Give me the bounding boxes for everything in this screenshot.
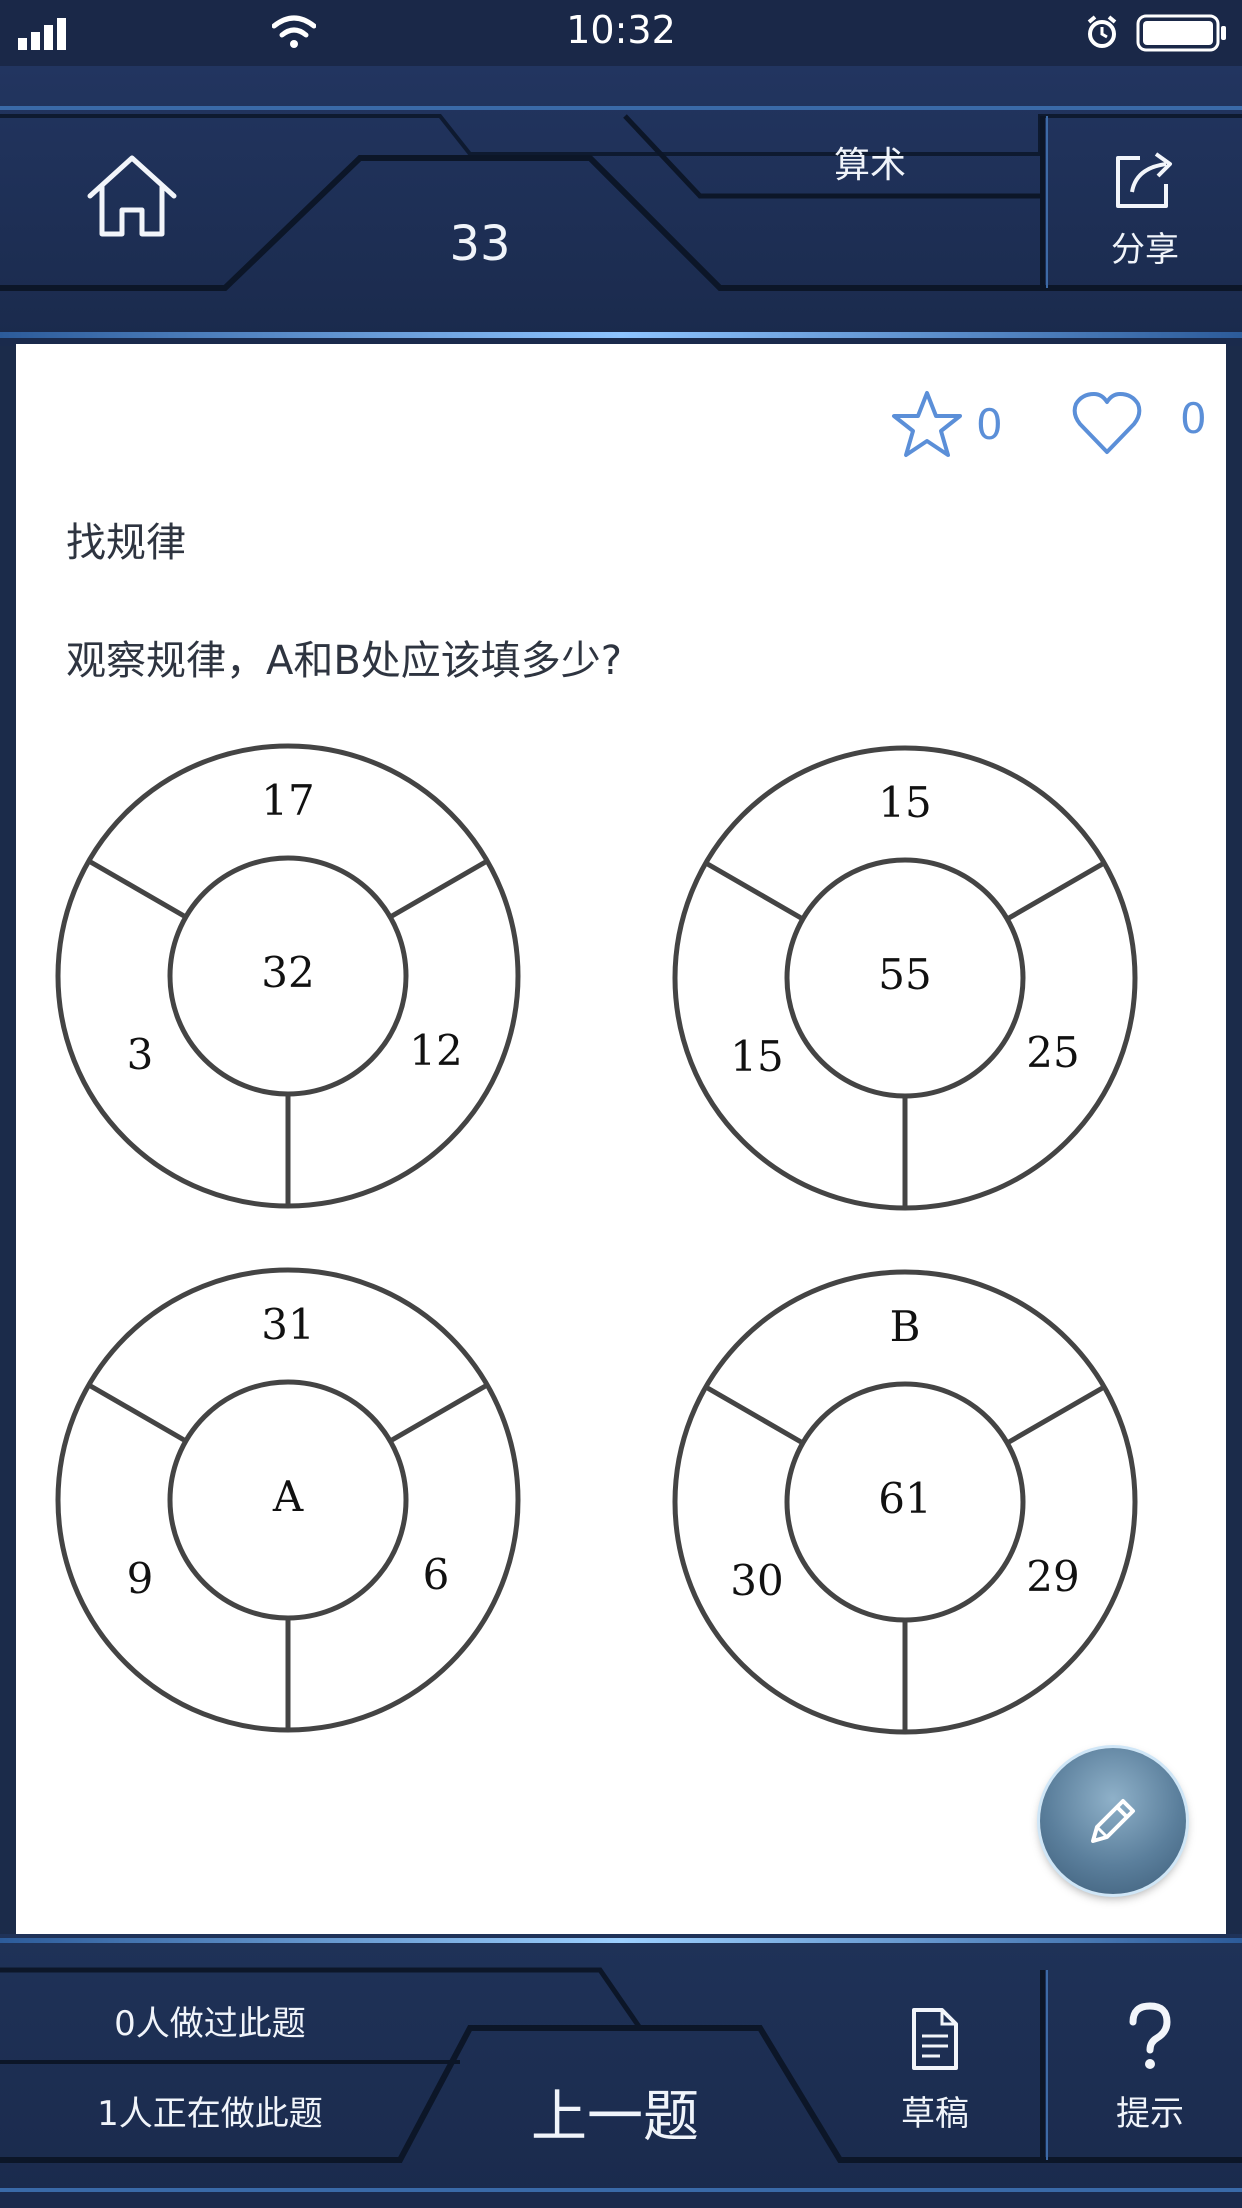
edit-fab-button[interactable]	[1040, 1748, 1186, 1894]
footer-frame	[0, 1934, 1242, 2208]
ring-divider	[388, 1382, 489, 1444]
ring-puzzle: 61 B 30 29	[672, 1269, 1138, 1735]
ring-divider	[704, 860, 805, 922]
status-time: 10:32	[566, 8, 676, 52]
draft-button[interactable]: 草稿	[860, 2006, 1010, 2156]
ring-puzzle: A 31 9 6	[55, 1267, 521, 1733]
top-nav-bar: 33 算术 分享	[0, 66, 1242, 346]
favorite-count: 0	[976, 400, 1003, 449]
ring-divider	[704, 1384, 805, 1446]
home-icon[interactable]	[84, 152, 180, 240]
ring-center-value: 61	[878, 1474, 931, 1523]
star-icon	[892, 391, 962, 457]
draft-label: 草稿	[901, 2094, 969, 2134]
ring-right-value: 12	[409, 1026, 462, 1075]
ring-top-value: 31	[261, 1300, 314, 1349]
ring-left-value: 3	[127, 1030, 154, 1079]
doing-count-text: 1人正在做此题	[97, 2094, 323, 2134]
category-tab[interactable]: 算术	[770, 136, 970, 188]
previous-question-button[interactable]: 上一题	[470, 2072, 760, 2153]
ring-divider	[1005, 1384, 1106, 1446]
heart-icon	[1072, 392, 1142, 454]
alarm-icon	[1087, 15, 1117, 48]
ring-left-value: 15	[730, 1032, 783, 1081]
ring-divider	[1005, 860, 1106, 922]
question-card: 0 0 找规律 观察规律，A和B处应该填多少? 32 17 3 12 55 15 15 25 A…	[16, 344, 1226, 1934]
share-button[interactable]: 分享	[1060, 142, 1230, 292]
ring-top-value: 15	[878, 778, 931, 827]
favorite-button[interactable]: 0	[890, 388, 1030, 468]
ring-divider	[388, 858, 489, 920]
document-icon	[912, 2008, 958, 2070]
ring-puzzle: 32 17 3 12	[55, 743, 521, 1209]
question-number: 33	[449, 216, 511, 272]
ring-right-value: 6	[423, 1550, 450, 1599]
question-title: 找规律	[66, 520, 186, 566]
ring-center-value: A	[272, 1472, 304, 1521]
hint-button[interactable]: 提示	[1075, 2002, 1225, 2152]
ring-left-value: 9	[127, 1554, 154, 1603]
status-bar: 10:32	[0, 0, 1242, 66]
like-button[interactable]: 0	[1070, 388, 1220, 468]
ring-center-value: 32	[261, 948, 314, 997]
question-prompt: 观察规律，A和B处应该填多少?	[66, 638, 623, 684]
pencil-icon	[1091, 1799, 1135, 1843]
ring-divider	[87, 858, 188, 920]
ring-right-value: 29	[1026, 1552, 1079, 1601]
done-count-text: 0人做过此题	[114, 2004, 306, 2044]
share-icon	[1116, 152, 1172, 208]
header-frame	[0, 66, 1242, 346]
ring-left-value: 30	[730, 1556, 783, 1605]
ring-right-value: 25	[1026, 1028, 1079, 1077]
ring-center-value: 55	[878, 950, 931, 999]
puzzle-figure: 32 17 3 12 55 15 15 25 A 31 9 6 61 B 30 29	[55, 743, 1138, 1735]
bottom-toolbar: 0人做过此题 1人正在做此题 上一题 草稿 提示	[0, 1934, 1242, 2208]
ring-top-value: B	[890, 1302, 921, 1351]
share-label: 分享	[1111, 230, 1179, 270]
battery-icon	[1136, 14, 1226, 52]
hint-label: 提示	[1116, 2094, 1184, 2134]
ring-top-value: 17	[261, 776, 314, 825]
question-mark-icon	[1129, 2002, 1171, 2069]
ring-puzzle: 55 15 15 25	[672, 745, 1138, 1211]
like-count: 0	[1180, 394, 1207, 443]
ring-divider	[87, 1382, 188, 1444]
